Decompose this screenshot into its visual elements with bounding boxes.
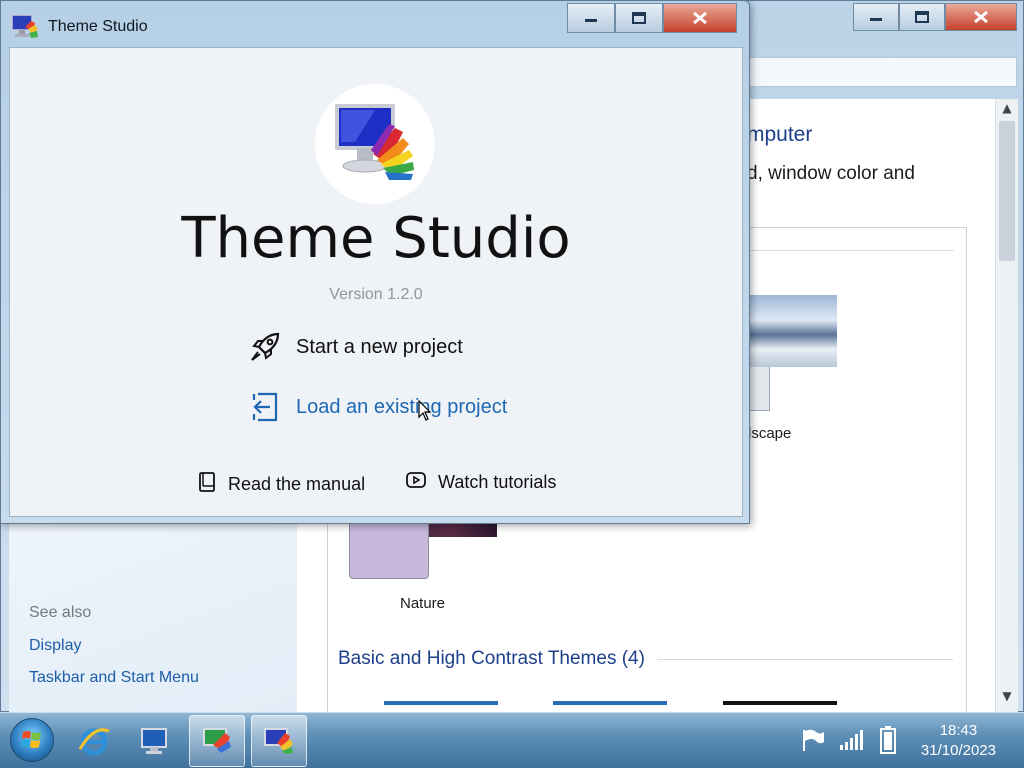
bg-minimize-button[interactable] bbox=[853, 3, 899, 31]
system-clock[interactable]: 18:43 31/10/2023 bbox=[921, 721, 996, 761]
start-new-project-label: Start a new project bbox=[296, 335, 463, 358]
computer-icon bbox=[141, 728, 167, 754]
windows-logo-icon bbox=[21, 731, 41, 748]
scroll-up-arrow-icon[interactable]: ▲ bbox=[996, 101, 1018, 115]
basic-themes-rule bbox=[657, 659, 953, 660]
tray-flag[interactable] bbox=[800, 727, 826, 757]
taskbar-start-menu-link[interactable]: Taskbar and Start Menu bbox=[29, 669, 199, 687]
landscape-theme-label: dscape bbox=[743, 425, 792, 442]
bg-close-button[interactable] bbox=[945, 3, 1017, 31]
scroll-thumb[interactable] bbox=[999, 121, 1015, 261]
bg-page-description: d, window color and bbox=[747, 163, 915, 184]
clock-time: 18:43 bbox=[939, 722, 978, 739]
close-icon bbox=[693, 11, 707, 25]
internet-explorer-icon bbox=[78, 728, 110, 756]
watch-tutorials-label: Watch tutorials bbox=[438, 472, 557, 492]
welcome-panel: Theme Studio Version 1.2.0 Start a new p… bbox=[9, 47, 743, 517]
app-name-heading: Theme Studio bbox=[181, 206, 571, 271]
close-button[interactable] bbox=[663, 3, 737, 33]
app-logo bbox=[315, 84, 435, 204]
taskbar: 18:43 31/10/2023 bbox=[0, 712, 1024, 768]
see-also-heading: See also bbox=[29, 604, 92, 621]
bg-address-bar[interactable] bbox=[743, 57, 1017, 87]
theme-studio-app-icon bbox=[11, 14, 38, 38]
bg-vertical-scrollbar[interactable]: ▲ ▼ bbox=[995, 99, 1018, 713]
scroll-down-arrow-icon[interactable]: ▼ bbox=[996, 689, 1018, 703]
flag-icon bbox=[803, 729, 824, 751]
start-new-project-button[interactable]: Start a new project bbox=[248, 330, 463, 364]
version-label: Version 1.2.0 bbox=[329, 286, 423, 303]
display-link[interactable]: Display bbox=[29, 637, 81, 655]
clock-date: 31/10/2023 bbox=[920, 742, 996, 759]
caption-buttons bbox=[567, 3, 737, 33]
rocket-icon bbox=[248, 330, 282, 364]
bg-maximize-button[interactable] bbox=[899, 3, 945, 31]
minimize-button[interactable] bbox=[567, 3, 615, 33]
minimize-icon bbox=[585, 19, 597, 22]
maximize-icon bbox=[915, 11, 929, 23]
basic-theme-thumb-1[interactable] bbox=[384, 701, 498, 705]
mouse-cursor-icon bbox=[418, 400, 432, 421]
landscape-theme-thumbnail[interactable] bbox=[749, 295, 837, 367]
watch-tutorials-link[interactable]: Watch tutorials bbox=[406, 472, 556, 493]
network-icon bbox=[840, 730, 863, 750]
basic-themes-heading: Basic and High Contrast Themes (4) bbox=[338, 648, 645, 669]
read-manual-label: Read the manual bbox=[228, 474, 366, 494]
video-play-icon bbox=[406, 472, 426, 493]
close-icon bbox=[974, 10, 988, 24]
monitor-palette-icon bbox=[335, 104, 414, 180]
tray-battery[interactable] bbox=[878, 725, 898, 759]
theme-studio-window: Theme Studio Theme Studio Version 1.2.0 … bbox=[0, 0, 750, 524]
nature-theme-label: Nature bbox=[400, 595, 446, 612]
read-manual-link[interactable]: Read the manual bbox=[198, 472, 365, 497]
window-title: Theme Studio bbox=[48, 18, 148, 35]
theme-studio-taskbar-button[interactable] bbox=[251, 715, 307, 767]
maximize-icon bbox=[632, 12, 646, 24]
basic-theme-thumb-2[interactable] bbox=[553, 701, 667, 705]
load-existing-project-button[interactable]: Load an existing project bbox=[248, 390, 507, 424]
maximize-button[interactable] bbox=[615, 3, 663, 33]
start-button[interactable] bbox=[10, 718, 54, 762]
section-rule bbox=[740, 250, 954, 251]
basic-theme-thumb-3[interactable] bbox=[723, 701, 837, 705]
bg-caption-buttons bbox=[853, 3, 1017, 31]
minimize-icon bbox=[870, 18, 882, 21]
theme-studio-icon bbox=[264, 728, 293, 754]
bg-page-heading: mputer bbox=[747, 123, 813, 146]
computer-taskbar-button[interactable] bbox=[126, 715, 182, 767]
load-existing-project-label: Load an existing project bbox=[296, 395, 508, 418]
battery-icon bbox=[880, 726, 896, 754]
personalization-taskbar-button[interactable] bbox=[189, 715, 245, 767]
tray-network[interactable] bbox=[838, 727, 864, 757]
internet-explorer-taskbar-button[interactable] bbox=[66, 715, 122, 767]
book-icon bbox=[198, 472, 216, 497]
personalization-icon bbox=[203, 728, 231, 753]
open-project-icon bbox=[248, 390, 282, 424]
